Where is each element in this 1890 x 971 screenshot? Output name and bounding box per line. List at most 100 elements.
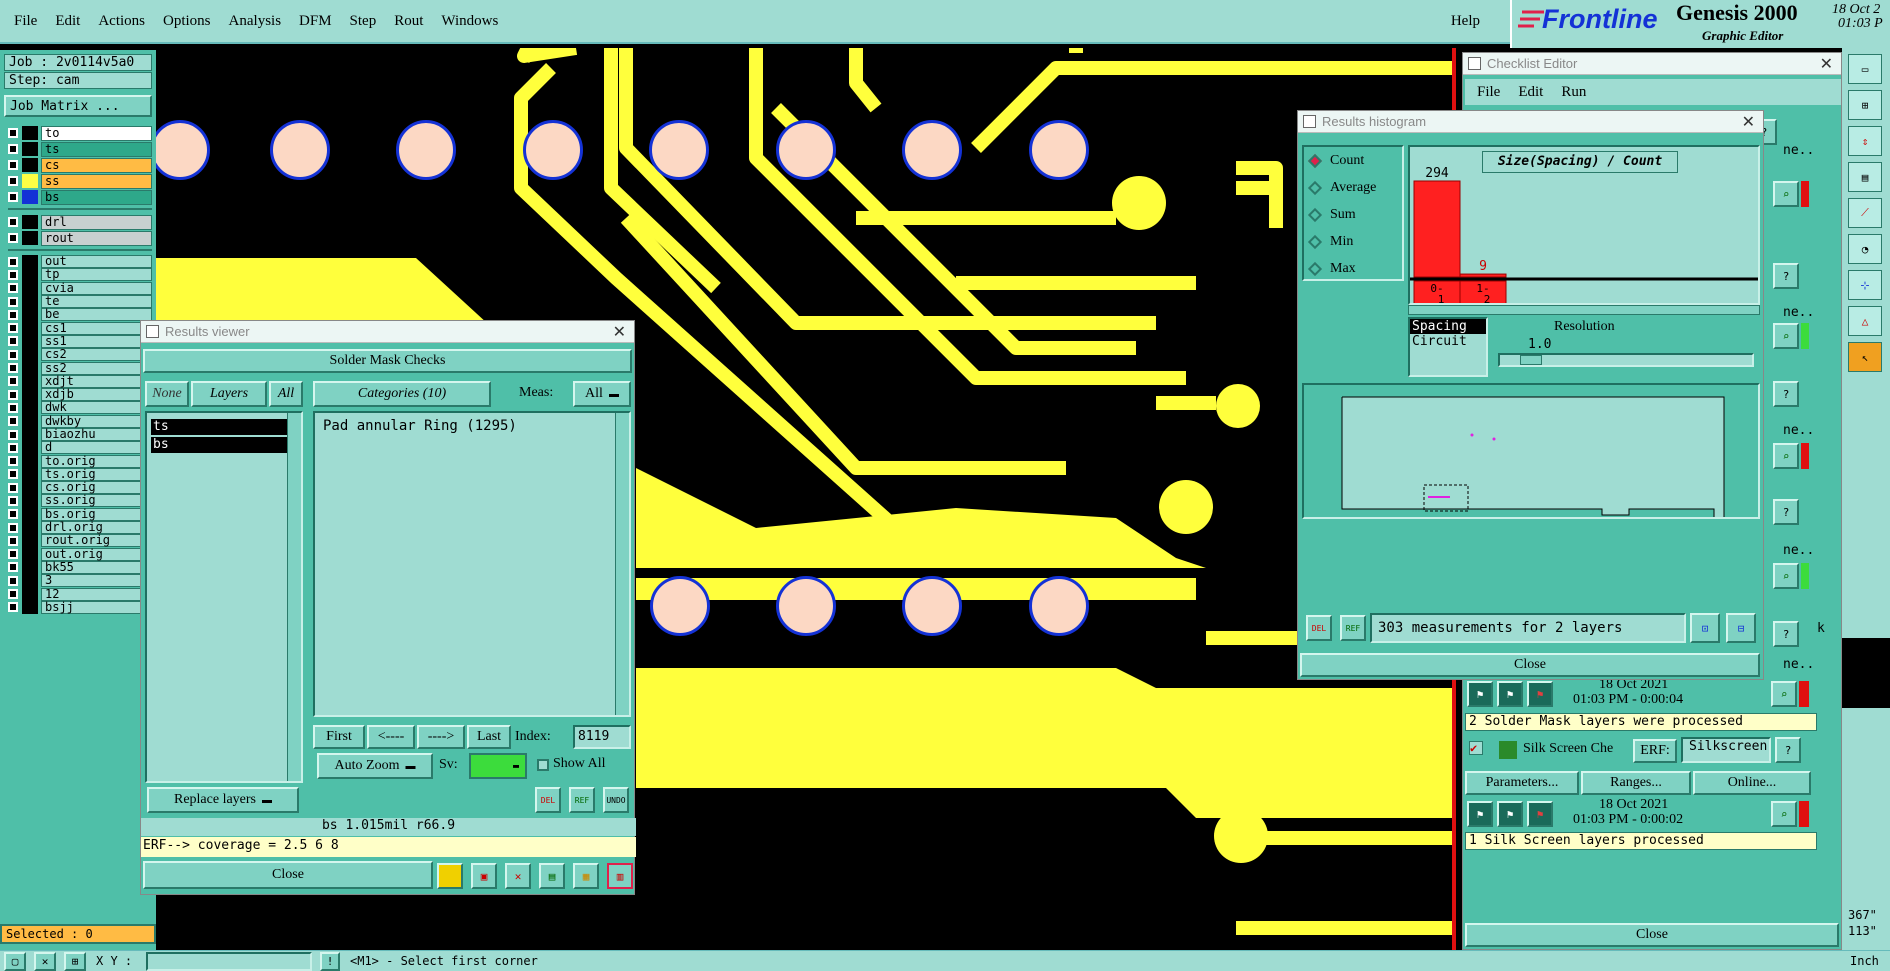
layer-row[interactable]: ss2 bbox=[8, 361, 152, 376]
close-button[interactable]: Close bbox=[143, 861, 433, 889]
menu-analysis[interactable]: Analysis bbox=[229, 13, 282, 30]
menu-file[interactable]: File bbox=[14, 13, 37, 30]
toolbar-icon-line[interactable]: ⟋ bbox=[1848, 198, 1882, 228]
layer-row[interactable]: out bbox=[8, 254, 152, 269]
layers-button[interactable]: Layers bbox=[191, 381, 267, 407]
zoom-icon[interactable]: ⌕ bbox=[1771, 681, 1797, 707]
menu-help[interactable]: Help bbox=[1451, 13, 1480, 30]
xy-input[interactable] bbox=[146, 952, 312, 971]
run-icon[interactable]: ⚑ bbox=[1467, 801, 1493, 827]
toolbar-icon-pick[interactable]: ▭ bbox=[1848, 54, 1882, 84]
layer-row[interactable]: bk55 bbox=[8, 560, 152, 575]
last-button[interactable]: Last bbox=[467, 725, 511, 749]
layer-name[interactable]: xdjb bbox=[41, 388, 152, 402]
layer-checkbox[interactable] bbox=[8, 160, 18, 170]
run-icon[interactable]: ⚑ bbox=[1497, 681, 1523, 707]
zoom-icon[interactable]: ⌕ bbox=[1773, 181, 1799, 207]
layer-item-bs[interactable]: bs bbox=[151, 437, 293, 453]
menu-options[interactable]: Options bbox=[163, 13, 211, 30]
resolution-slider[interactable] bbox=[1498, 353, 1754, 367]
layer-checkbox[interactable] bbox=[8, 456, 18, 467]
zoom-icon[interactable]: ⌕ bbox=[1773, 563, 1799, 589]
layer-name[interactable]: ts bbox=[41, 141, 152, 157]
layer-row[interactable]: be bbox=[8, 307, 152, 322]
layer-name[interactable]: biaozhu bbox=[41, 428, 152, 441]
layer-name[interactable]: ss.orig bbox=[41, 494, 152, 508]
autozoom-dropdown[interactable]: Auto Zoom ▬ bbox=[317, 753, 433, 779]
zoom-out-icon[interactable]: ⊟ bbox=[1726, 613, 1756, 643]
measure-type-list[interactable]: Spacing Circuit bbox=[1408, 317, 1488, 377]
layer-checkbox[interactable] bbox=[8, 416, 18, 427]
ref-button[interactable]: REF bbox=[569, 787, 595, 813]
histogram-chart[interactable]: Size(Spacing) / Count 294 0- 1 9 1- 2 bbox=[1408, 145, 1760, 305]
tool-icon-5[interactable]: ▦ bbox=[573, 863, 599, 889]
show-all-checkbox[interactable] bbox=[537, 759, 549, 771]
layer-name[interactable]: bsjj bbox=[41, 600, 152, 614]
chart-hscroll[interactable] bbox=[1408, 305, 1760, 315]
layer-checkbox[interactable] bbox=[8, 402, 18, 413]
layer-checkbox[interactable] bbox=[8, 482, 18, 493]
zoom-icon[interactable]: ⌕ bbox=[1773, 443, 1799, 469]
first-button[interactable]: First bbox=[313, 725, 365, 749]
run-icon[interactable]: ⚑ bbox=[1527, 681, 1553, 707]
layer-checkbox[interactable] bbox=[8, 192, 18, 202]
option-sum[interactable]: Sum bbox=[1304, 201, 1402, 228]
del-button[interactable]: DEL bbox=[535, 787, 561, 813]
layer-name[interactable]: cs2 bbox=[41, 348, 152, 362]
layer-row[interactable]: cs bbox=[8, 157, 152, 173]
layer-checkbox[interactable] bbox=[8, 469, 18, 480]
layer-row[interactable]: cvia bbox=[8, 281, 152, 296]
select-tool-icon[interactable]: ▢ bbox=[4, 952, 26, 971]
online-button[interactable]: Online... bbox=[1693, 771, 1811, 795]
layer-row[interactable]: cs2 bbox=[8, 347, 152, 362]
layer-name[interactable]: drl.orig bbox=[41, 521, 152, 535]
layer-row[interactable]: drl bbox=[8, 214, 152, 230]
layer-checkbox[interactable] bbox=[8, 128, 18, 138]
close-icon[interactable]: ✕ bbox=[1742, 112, 1755, 132]
toolbar-icon-triangle[interactable]: △ bbox=[1848, 306, 1882, 336]
layer-checkbox[interactable] bbox=[8, 495, 18, 506]
help-icon[interactable]: ? bbox=[1773, 499, 1799, 525]
layer-row[interactable]: rout bbox=[8, 230, 152, 246]
layer-row[interactable]: xdjt bbox=[8, 374, 152, 389]
layer-name[interactable]: 12 bbox=[41, 587, 152, 601]
layer-checkbox[interactable] bbox=[8, 217, 18, 227]
layer-name[interactable]: drl bbox=[41, 214, 152, 230]
index-input[interactable]: 8119 bbox=[573, 725, 631, 749]
layer-name[interactable]: to.orig bbox=[41, 454, 152, 468]
layer-name[interactable]: cs bbox=[41, 157, 152, 173]
option-average[interactable]: Average bbox=[1304, 174, 1402, 201]
none-button[interactable]: None bbox=[145, 381, 189, 407]
layer-row[interactable]: bs bbox=[8, 189, 152, 205]
zoom-fit-icon[interactable]: ⊡ bbox=[1690, 613, 1720, 643]
category-item[interactable]: Pad annular Ring (1295) bbox=[319, 417, 613, 435]
layer-checkbox[interactable] bbox=[8, 429, 18, 440]
close-icon[interactable]: ✕ bbox=[613, 322, 626, 342]
cl-menu-file[interactable]: File bbox=[1477, 84, 1500, 101]
tool-icon-2[interactable]: ▣ bbox=[471, 863, 497, 889]
layer-name[interactable]: cs1 bbox=[41, 321, 152, 335]
layer-row[interactable]: d bbox=[8, 440, 152, 455]
cl-menu-edit[interactable]: Edit bbox=[1518, 84, 1543, 101]
toolbar-icon-measure[interactable]: ⇕ bbox=[1848, 126, 1882, 156]
silk-check-name[interactable]: Silk Screen Che bbox=[1523, 741, 1613, 757]
layer-row[interactable]: cs1 bbox=[8, 321, 152, 336]
histogram-titlebar[interactable]: Results histogram ✕ bbox=[1298, 111, 1763, 133]
layer-checkbox[interactable] bbox=[8, 522, 18, 533]
histogram-bar[interactable] bbox=[1459, 273, 1507, 278]
check-enabled-checkbox[interactable]: ✔ bbox=[1469, 741, 1483, 755]
layer-name[interactable]: dwk bbox=[41, 401, 152, 415]
run-icon[interactable]: ⚑ bbox=[1527, 801, 1553, 827]
run-icon[interactable]: ⚑ bbox=[1467, 681, 1493, 707]
prev-button[interactable]: <---- bbox=[367, 725, 415, 749]
ranges-button[interactable]: Ranges... bbox=[1581, 771, 1691, 795]
layer-row[interactable]: bsjj bbox=[8, 600, 152, 615]
layer-row[interactable]: drl.orig bbox=[8, 520, 152, 535]
layer-row[interactable]: dwkby bbox=[8, 414, 152, 429]
layer-item-ts[interactable]: ts bbox=[151, 419, 293, 435]
layer-checkbox[interactable] bbox=[8, 602, 18, 613]
layer-checkbox[interactable] bbox=[8, 442, 18, 453]
layer-checkbox[interactable] bbox=[8, 535, 18, 546]
categories-listbox[interactable]: Pad annular Ring (1295)Coverage (303)Rou… bbox=[313, 411, 631, 717]
layer-name[interactable]: out bbox=[41, 255, 152, 269]
